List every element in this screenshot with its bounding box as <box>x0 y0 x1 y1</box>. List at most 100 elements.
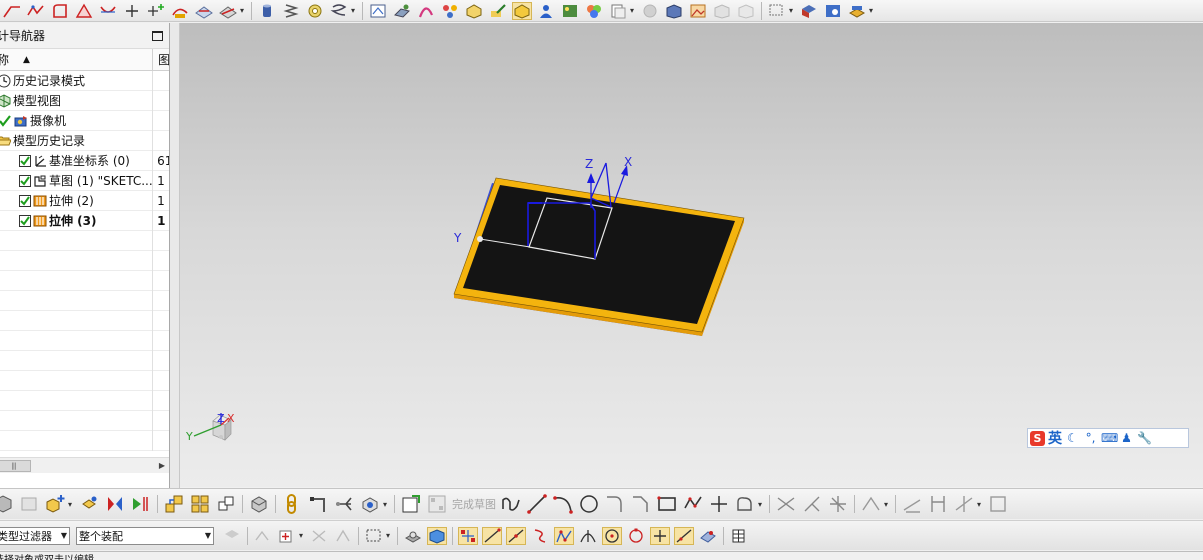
select-window-icon[interactable] <box>767 2 787 20</box>
pattern-curve-icon[interactable] <box>860 493 882 515</box>
scrollbar-thumb[interactable]: ||| <box>0 459 31 472</box>
tree-row-history-mode[interactable]: 历史记录模式 <box>0 70 169 91</box>
snap-endpoint-icon[interactable] <box>458 526 478 545</box>
z-axis-arrow-icon[interactable] <box>587 173 595 183</box>
spring-icon[interactable] <box>281 2 301 20</box>
mirror-icon[interactable] <box>74 2 94 20</box>
wrap-curve-icon[interactable] <box>218 2 238 20</box>
second-column-header[interactable]: 图 <box>152 48 169 71</box>
snap-arc-center-icon[interactable] <box>602 526 622 545</box>
document-icon[interactable] <box>608 2 628 20</box>
reference-icon[interactable] <box>987 493 1009 515</box>
quick-extend-icon[interactable] <box>801 493 823 515</box>
add-component-icon[interactable] <box>44 493 66 515</box>
circle-icon[interactable] <box>578 493 600 515</box>
import-icon[interactable] <box>823 2 843 20</box>
chain-link-icon[interactable] <box>281 493 303 515</box>
arc-icon[interactable] <box>552 493 574 515</box>
tree-row-extrude-2[interactable]: 拉伸 (2) 1 <box>0 190 169 211</box>
finish-sketch-icon[interactable] <box>426 493 448 515</box>
knit-icon[interactable] <box>416 2 436 20</box>
shaded-cube-icon[interactable] <box>427 526 447 545</box>
punctuation-icon[interactable]: °, <box>1083 431 1098 445</box>
dropdown-icon[interactable]: ▾ <box>758 500 764 509</box>
line-icon[interactable] <box>526 493 548 515</box>
ime-status-bar[interactable]: S 英 ☾ °, ⌨ ♟ 🔧 <box>1027 428 1189 448</box>
image-icon[interactable] <box>688 2 708 20</box>
assembly-constraint-icon[interactable] <box>440 2 460 20</box>
dropdown-icon[interactable]: ▾ <box>884 500 890 509</box>
settings-icon[interactable] <box>847 2 867 20</box>
snap-existing-point-icon[interactable] <box>650 526 670 545</box>
keyboard-icon[interactable]: ⌨ <box>1101 431 1118 445</box>
point-icon[interactable] <box>708 493 730 515</box>
tree-row-camera[interactable]: 摄像机 <box>0 110 169 131</box>
type-filter-select[interactable]: 类型过滤器 ▼ <box>0 526 70 545</box>
dimension-icon[interactable] <box>927 493 949 515</box>
move-component-icon[interactable] <box>78 493 100 515</box>
routing-icon[interactable] <box>307 493 329 515</box>
derived-curve-icon[interactable] <box>170 2 190 20</box>
skin-icon[interactable]: ♟ <box>1119 431 1134 445</box>
cylinder-icon[interactable] <box>257 2 277 20</box>
sort-ascending-icon[interactable]: ▲ <box>23 55 30 65</box>
dropdown-icon[interactable]: ▾ <box>383 500 389 509</box>
snap-line-icon[interactable] <box>482 526 502 545</box>
visibility-checkbox[interactable] <box>19 154 31 167</box>
exploded-view-icon[interactable] <box>248 493 270 515</box>
grid-icon[interactable] <box>729 527 749 545</box>
ime-logo[interactable]: S <box>1030 430 1045 446</box>
fillet-icon[interactable] <box>604 493 626 515</box>
snap-quadrant-icon[interactable] <box>626 527 646 545</box>
sheet-metal-icon[interactable] <box>392 2 412 20</box>
scroll-right-arrow-icon[interactable]: ▶ <box>159 461 165 470</box>
faded-part-icon[interactable] <box>18 493 40 515</box>
name-column-header[interactable]: 称 ▲ <box>0 51 152 68</box>
moon-icon[interactable]: ☾ <box>1065 431 1080 445</box>
tree-row-model-history[interactable]: 模型历史记录 <box>0 130 169 151</box>
assembly-sequence-icon[interactable] <box>130 493 152 515</box>
faded-cube-icon[interactable] <box>712 2 732 20</box>
clearance-analysis-icon[interactable] <box>359 493 381 515</box>
offset-curve-icon[interactable] <box>98 2 118 20</box>
sketch-task-icon[interactable] <box>400 493 422 515</box>
view-triad[interactable]: Z X Y <box>185 412 235 443</box>
shaded-body-icon[interactable] <box>403 527 423 545</box>
part-display-icon[interactable] <box>512 1 532 20</box>
graphics-window[interactable]: Z X Y Z X Y <box>180 23 1203 487</box>
visibility-checkbox[interactable] <box>19 194 31 207</box>
make-corner-icon[interactable] <box>827 493 849 515</box>
dropdown-icon[interactable]: ▾ <box>299 531 305 540</box>
rename-icon[interactable] <box>488 2 508 20</box>
polygon-icon[interactable] <box>682 493 704 515</box>
snap-faded-icon[interactable] <box>253 527 273 545</box>
dropdown-icon[interactable]: ▾ <box>789 6 795 15</box>
pattern-component-icon[interactable] <box>189 493 211 515</box>
cross-point-icon[interactable] <box>122 2 142 20</box>
replace-component-icon[interactable] <box>215 493 237 515</box>
add-point-icon[interactable] <box>146 2 166 20</box>
project-curve-icon[interactable] <box>194 2 214 20</box>
rectangle-icon[interactable] <box>656 493 678 515</box>
material-icon[interactable] <box>584 2 604 20</box>
export-icon[interactable] <box>799 2 819 20</box>
visibility-checkbox[interactable] <box>19 174 31 187</box>
dropdown-icon[interactable]: ▾ <box>869 6 875 15</box>
constraint-toggle-icon[interactable] <box>953 493 975 515</box>
user-role-icon[interactable] <box>536 2 556 20</box>
component-icon[interactable] <box>464 2 484 20</box>
dropdown-icon[interactable]: ▾ <box>351 6 357 15</box>
quick-trim-icon[interactable] <box>775 493 797 515</box>
geometric-constraint-icon[interactable] <box>901 493 923 515</box>
coil-icon[interactable] <box>329 2 349 20</box>
visibility-checkbox[interactable] <box>19 214 31 227</box>
tree-row-datum-csys[interactable]: 基准坐标系 (0) 61 <box>0 150 169 171</box>
model-canvas[interactable]: Z X Y Z X Y <box>180 23 1203 487</box>
finish-sketch-label[interactable]: 完成草图 <box>452 496 496 512</box>
tree-row-sketch[interactable]: 草图 (1) "SKETC... 1 <box>0 170 169 191</box>
snap-control-point-icon[interactable] <box>554 526 574 545</box>
selection-scope-select[interactable]: 整个装配 ▼ <box>76 526 214 545</box>
faded-select-2-icon[interactable] <box>333 527 353 545</box>
rectangle-select-icon[interactable] <box>364 527 384 545</box>
tree-row-model-views[interactable]: 模型视图 <box>0 90 169 111</box>
